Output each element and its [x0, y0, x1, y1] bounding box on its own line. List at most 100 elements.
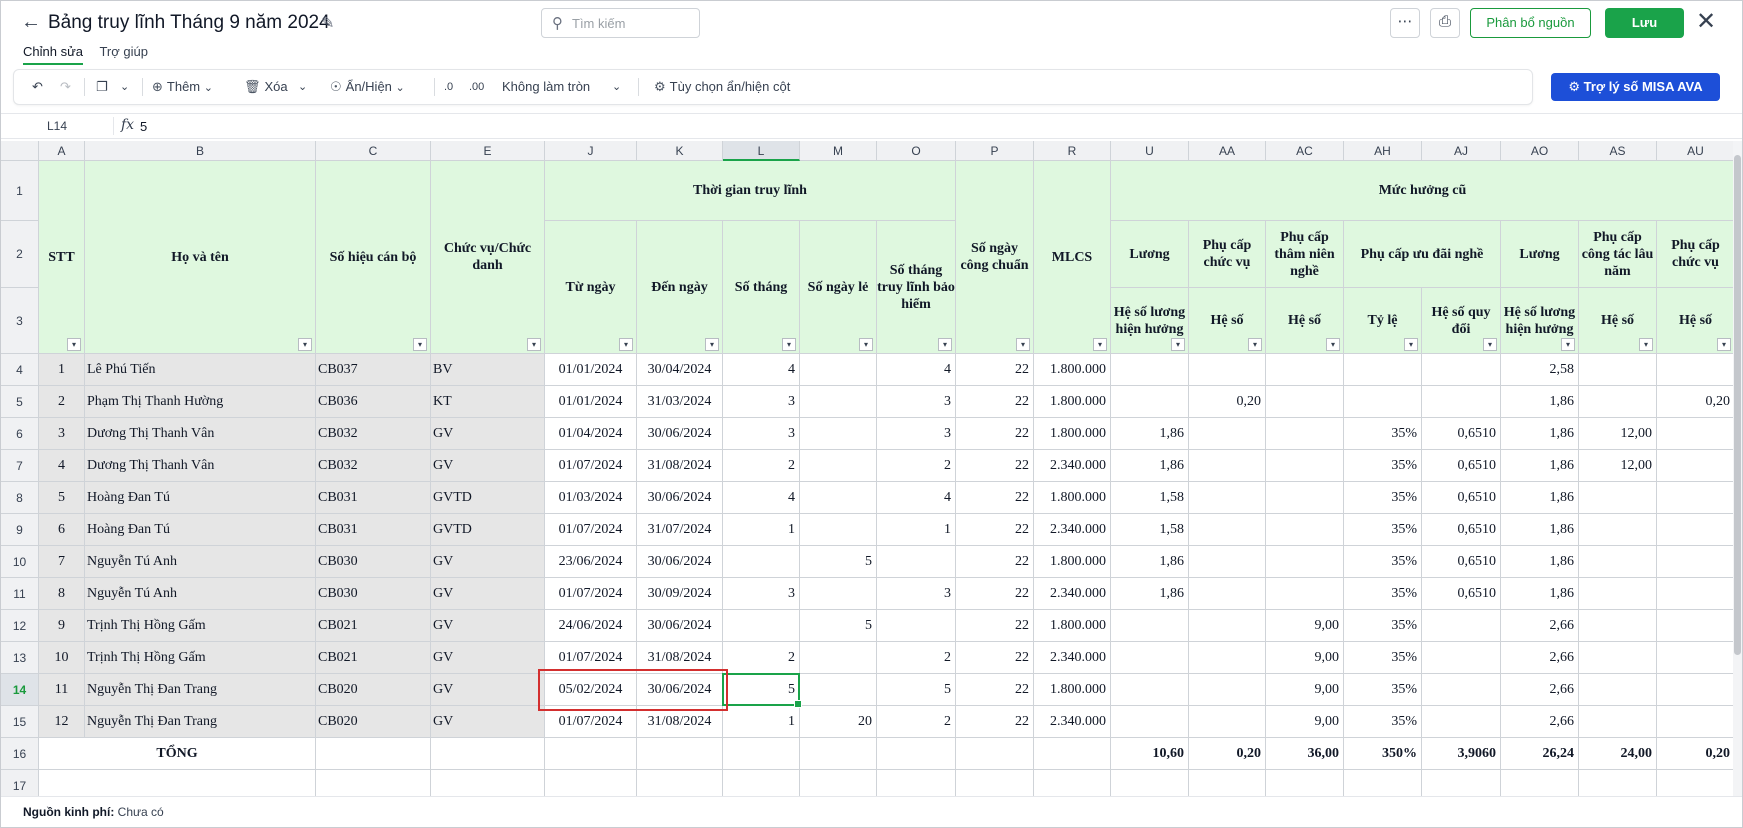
table-cell[interactable]: 1.800.000 [1034, 386, 1111, 418]
table-cell[interactable]: 22 [956, 610, 1034, 642]
column-header-r[interactable]: R [1034, 141, 1111, 161]
table-cell[interactable]: 0,6510 [1422, 450, 1501, 482]
filter-dropdown-icon[interactable]: ▾ [1171, 338, 1185, 351]
table-cell[interactable]: 5 [800, 610, 877, 642]
column-options-button[interactable]: ⚙ Tùy chọn ẩn/hiện cột [654, 70, 790, 104]
table-cell[interactable] [1266, 482, 1344, 514]
table-cell[interactable] [723, 610, 800, 642]
empty-cell[interactable] [1189, 770, 1266, 796]
table-cell[interactable]: 9,00 [1266, 674, 1344, 706]
table-cell[interactable] [1657, 578, 1733, 610]
filter-dropdown-icon[interactable]: ▾ [1404, 338, 1418, 351]
table-cell[interactable]: 1 [877, 514, 956, 546]
column-header-m[interactable]: M [800, 141, 877, 161]
total-empty-cell[interactable] [431, 738, 545, 770]
row-header-1[interactable]: 1 [1, 161, 39, 221]
filter-dropdown-icon[interactable]: ▾ [1639, 338, 1653, 351]
filter-dropdown-icon[interactable]: ▾ [1093, 338, 1107, 351]
filter-dropdown-icon[interactable]: ▾ [527, 338, 541, 351]
table-cell[interactable]: 01/07/2024 [545, 514, 637, 546]
filter-dropdown-icon[interactable]: ▾ [1717, 338, 1731, 351]
empty-cell[interactable] [431, 770, 545, 796]
empty-cell[interactable] [723, 770, 800, 796]
table-cell[interactable]: 3 [39, 418, 85, 450]
table-cell[interactable] [1579, 482, 1657, 514]
formula-value[interactable]: 5 [140, 119, 147, 134]
table-cell[interactable]: 3 [723, 578, 800, 610]
table-cell[interactable] [1657, 642, 1733, 674]
table-cell[interactable] [1266, 514, 1344, 546]
table-cell[interactable]: 22 [956, 450, 1034, 482]
table-cell[interactable]: 2.340.000 [1034, 706, 1111, 738]
table-cell[interactable] [800, 674, 877, 706]
filter-dropdown-icon[interactable]: ▾ [705, 338, 719, 351]
table-cell[interactable] [800, 450, 877, 482]
column-header-u[interactable]: U [1111, 141, 1189, 161]
search-input[interactable] [572, 13, 692, 33]
table-cell[interactable]: 0,6510 [1422, 514, 1501, 546]
cell-reference[interactable]: L14 [47, 119, 67, 133]
table-cell[interactable]: 2 [723, 642, 800, 674]
table-cell[interactable] [1111, 674, 1189, 706]
table-cell[interactable] [1266, 450, 1344, 482]
select-all-corner[interactable] [1, 141, 39, 161]
row-header-10[interactable]: 10 [1, 546, 39, 578]
row-header-2[interactable]: 2 [1, 221, 39, 288]
filter-dropdown-icon[interactable]: ▾ [413, 338, 427, 351]
table-cell[interactable]: 2.340.000 [1034, 514, 1111, 546]
table-cell[interactable]: GV [431, 610, 545, 642]
table-cell[interactable]: 31/08/2024 [637, 642, 723, 674]
table-cell[interactable] [800, 578, 877, 610]
table-cell[interactable] [1579, 578, 1657, 610]
table-cell[interactable]: GV [431, 418, 545, 450]
table-cell[interactable]: 22 [956, 642, 1034, 674]
empty-cell[interactable] [316, 770, 431, 796]
table-cell[interactable] [1189, 610, 1266, 642]
total-cell[interactable]: 0,20 [1189, 738, 1266, 770]
table-cell[interactable]: 01/04/2024 [545, 418, 637, 450]
table-cell[interactable]: 3 [877, 386, 956, 418]
table-cell[interactable] [1657, 546, 1733, 578]
table-cell[interactable]: GV [431, 578, 545, 610]
table-cell[interactable]: Hoàng Đan Tú [85, 514, 316, 546]
tab-help[interactable]: Trợ giúp [99, 44, 148, 63]
table-cell[interactable]: 0,6510 [1422, 482, 1501, 514]
table-cell[interactable]: 22 [956, 514, 1034, 546]
filter-dropdown-icon[interactable]: ▾ [1248, 338, 1262, 351]
table-cell[interactable]: 11 [39, 674, 85, 706]
table-cell[interactable]: 7 [39, 546, 85, 578]
undo-icon[interactable]: ↶ [32, 70, 43, 104]
empty-cell[interactable] [1422, 770, 1501, 796]
table-cell[interactable] [723, 546, 800, 578]
table-cell[interactable]: 22 [956, 354, 1034, 386]
table-cell[interactable] [1111, 386, 1189, 418]
empty-cell[interactable] [1344, 770, 1422, 796]
table-cell[interactable] [1579, 386, 1657, 418]
table-cell[interactable]: 2.340.000 [1034, 578, 1111, 610]
total-empty-cell[interactable] [956, 738, 1034, 770]
table-cell[interactable]: 01/07/2024 [545, 450, 637, 482]
table-cell[interactable]: 4 [723, 354, 800, 386]
empty-cell[interactable] [39, 770, 316, 796]
table-cell[interactable] [1579, 642, 1657, 674]
table-cell[interactable]: 0,6510 [1422, 418, 1501, 450]
table-cell[interactable]: 05/02/2024 [545, 674, 637, 706]
row-header-16[interactable]: 16 [1, 738, 39, 770]
table-cell[interactable]: GV [431, 450, 545, 482]
table-cell[interactable] [877, 610, 956, 642]
table-cell[interactable]: 3 [877, 578, 956, 610]
table-cell[interactable]: 0,20 [1657, 386, 1733, 418]
scrollbar-thumb[interactable] [1734, 155, 1741, 655]
empty-cell[interactable] [545, 770, 637, 796]
table-cell[interactable] [1111, 354, 1189, 386]
table-cell[interactable]: 35% [1344, 642, 1422, 674]
table-cell[interactable]: 5 [877, 674, 956, 706]
table-cell[interactable] [1189, 482, 1266, 514]
table-cell[interactable] [800, 354, 877, 386]
back-arrow-icon[interactable]: ← [21, 11, 45, 35]
filter-dropdown-icon[interactable]: ▾ [298, 338, 312, 351]
table-cell[interactable] [1422, 354, 1501, 386]
table-cell[interactable]: 1,86 [1501, 578, 1579, 610]
column-header-k[interactable]: K [637, 141, 723, 161]
vertical-scrollbar[interactable] [1733, 141, 1742, 796]
